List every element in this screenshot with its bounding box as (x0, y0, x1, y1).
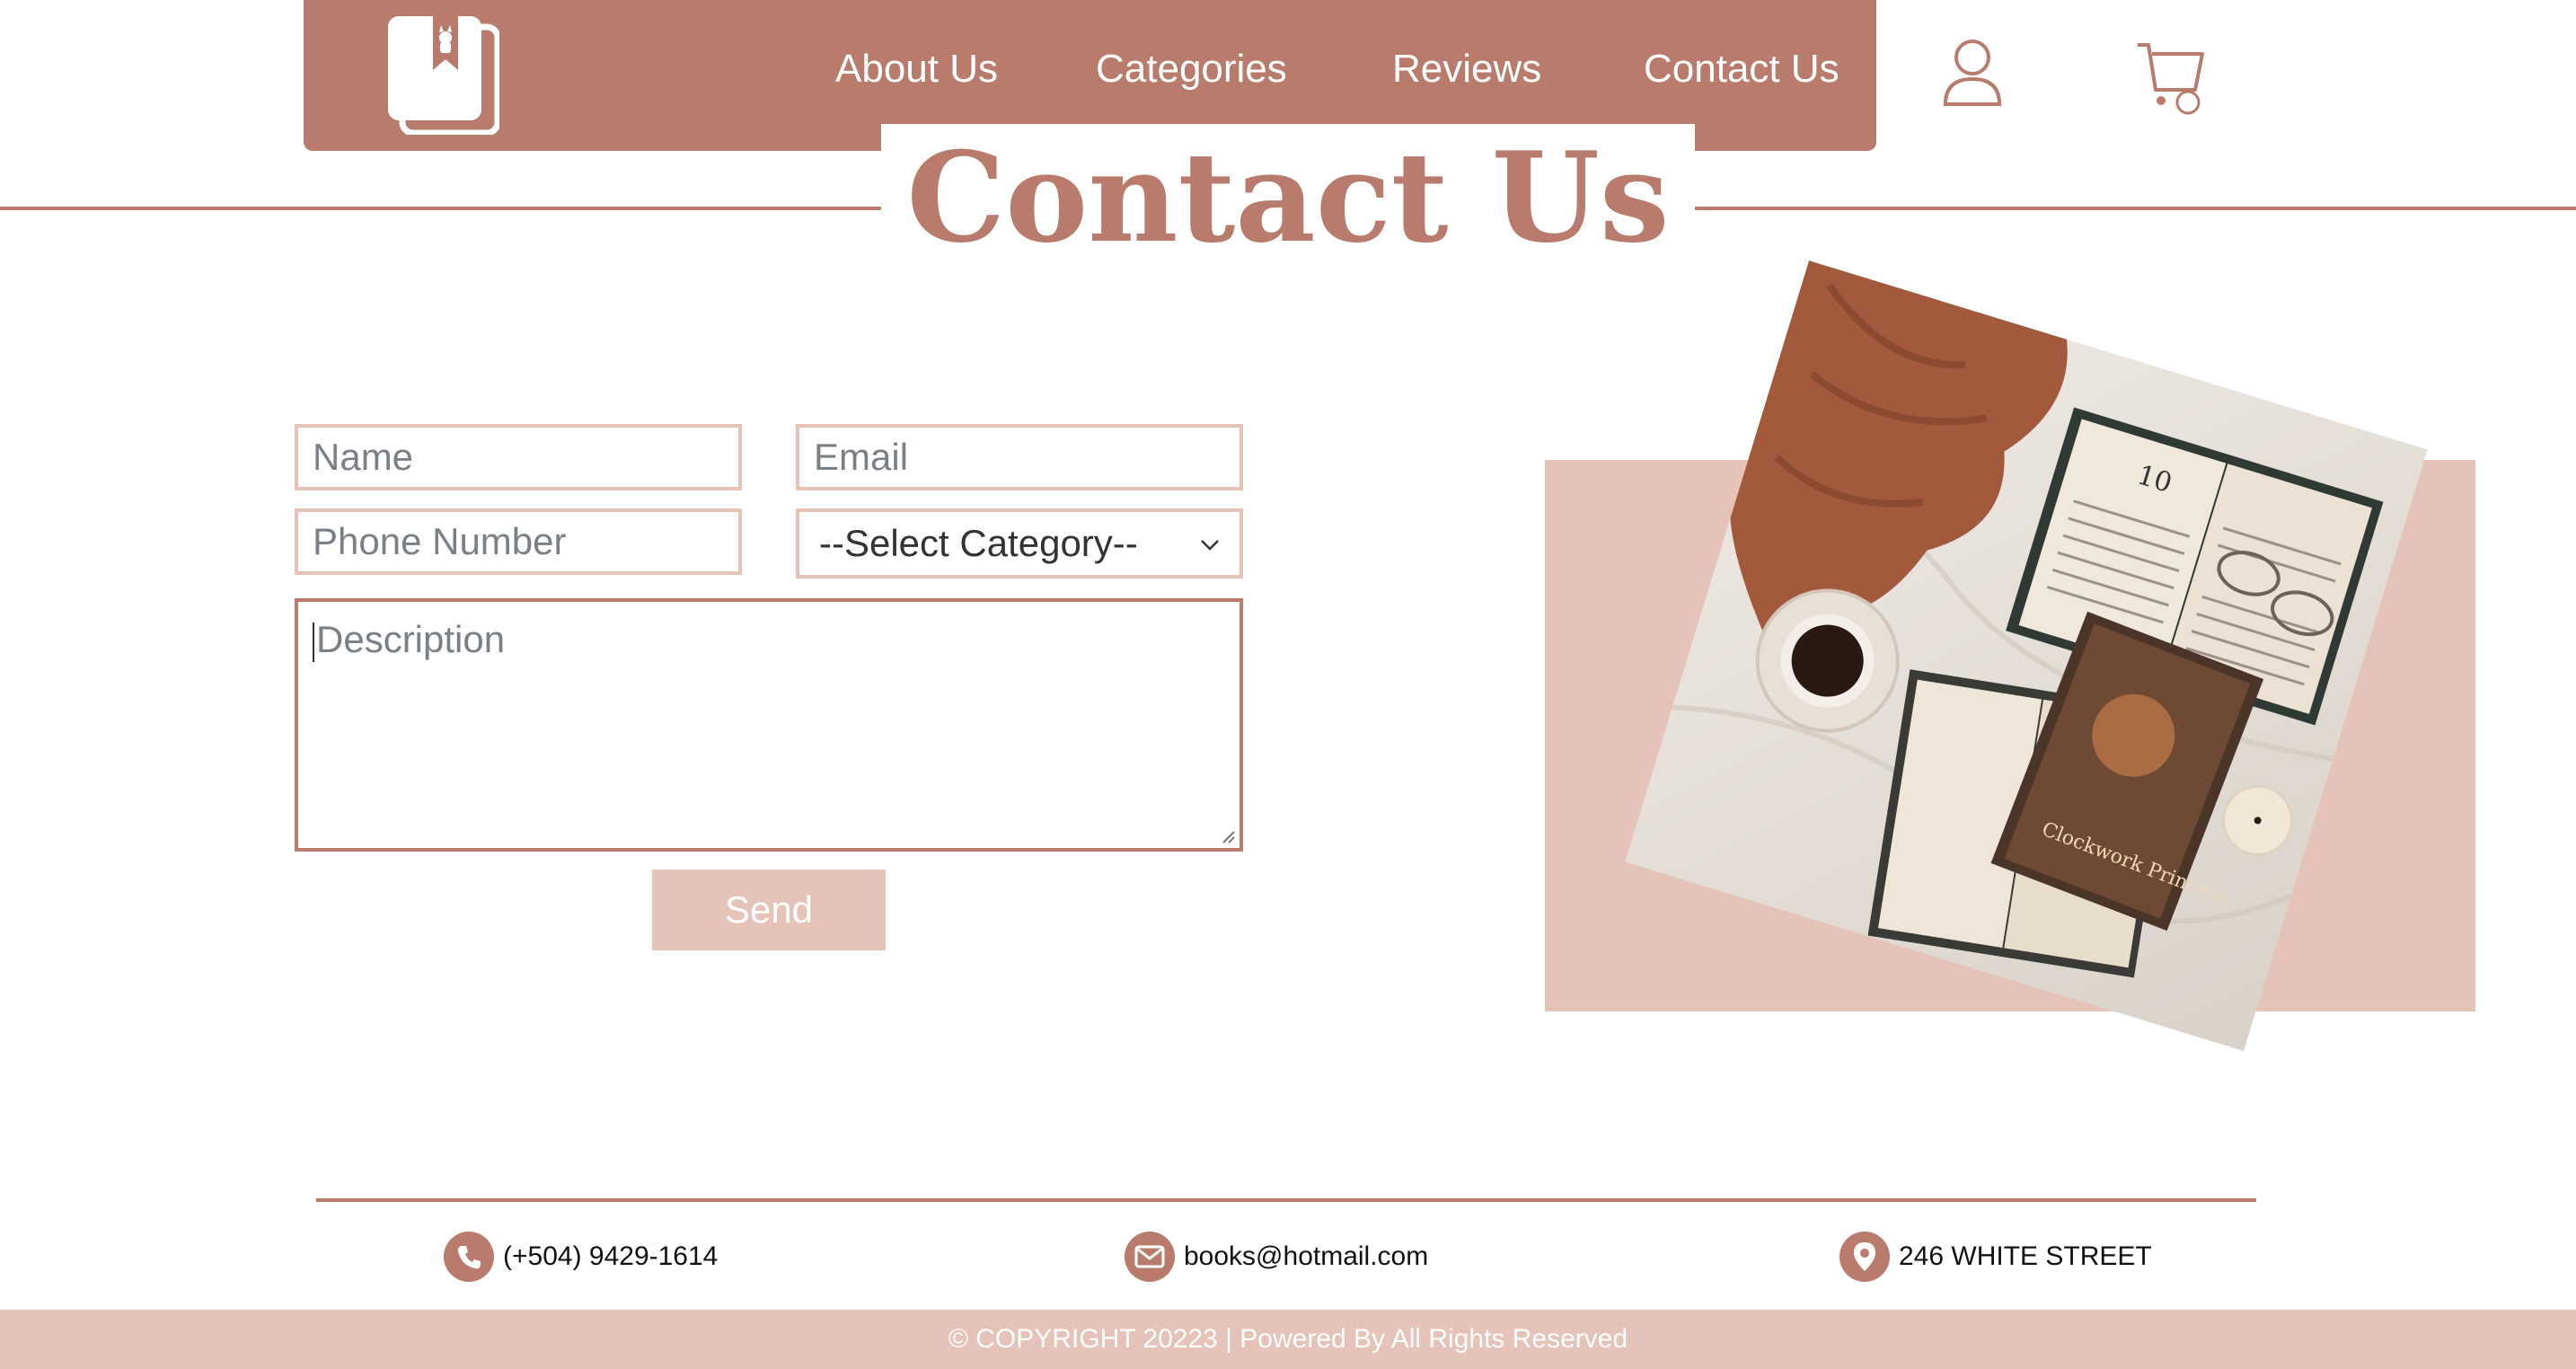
footer-phone[interactable]: (+504) 9429-1614 (444, 1231, 718, 1283)
mail-icon (1125, 1232, 1175, 1282)
footer-divider (316, 1198, 2256, 1202)
copyright-bar: © COPYRIGHT 20223 | Powered By All Right… (0, 1310, 2576, 1369)
phone-input-placeholder: Phone Number (313, 520, 567, 562)
nav-about-us[interactable]: About Us (835, 47, 998, 92)
nav-categories[interactable]: Categories (1096, 47, 1287, 92)
category-select-value: --Select Category-- (819, 522, 1138, 564)
cart-icon[interactable] (2136, 40, 2206, 121)
user-icon[interactable] (1942, 38, 2003, 112)
nav-contact-us[interactable]: Contact Us (1644, 47, 1839, 92)
copyright-text: © COPYRIGHT 20223 | Powered By All Right… (948, 1324, 1628, 1354)
email-input[interactable]: Email (796, 424, 1243, 490)
books-logo-icon[interactable] (386, 14, 501, 137)
send-button[interactable]: Send (652, 870, 886, 950)
name-input[interactable]: Name (295, 424, 742, 490)
nav-reviews[interactable]: Reviews (1392, 47, 1541, 92)
text-cursor (313, 622, 314, 662)
location-pin-icon (1839, 1232, 1890, 1282)
page-title-wrapper: Contact Us (0, 124, 2576, 270)
footer-address-text: 246 WHITE STREET (1899, 1241, 2152, 1271)
phone-input[interactable]: Phone Number (295, 508, 742, 575)
footer-email-text: books@hotmail.com (1184, 1241, 1429, 1271)
description-placeholder: Description (316, 618, 506, 660)
footer-email[interactable]: books@hotmail.com (1125, 1231, 1428, 1283)
email-input-placeholder: Email (814, 436, 909, 478)
phone-icon (444, 1232, 494, 1282)
resize-handle-icon[interactable] (1220, 828, 1236, 844)
footer-phone-text: (+504) 9429-1614 (503, 1241, 719, 1271)
chevron-down-icon (1200, 529, 1220, 558)
name-input-placeholder: Name (313, 436, 414, 478)
description-textarea[interactable]: Description (295, 598, 1243, 852)
page-title: Contact Us (881, 124, 1695, 270)
footer-address[interactable]: 246 WHITE STREET (1839, 1231, 2152, 1283)
category-select[interactable]: --Select Category-- (796, 508, 1243, 579)
